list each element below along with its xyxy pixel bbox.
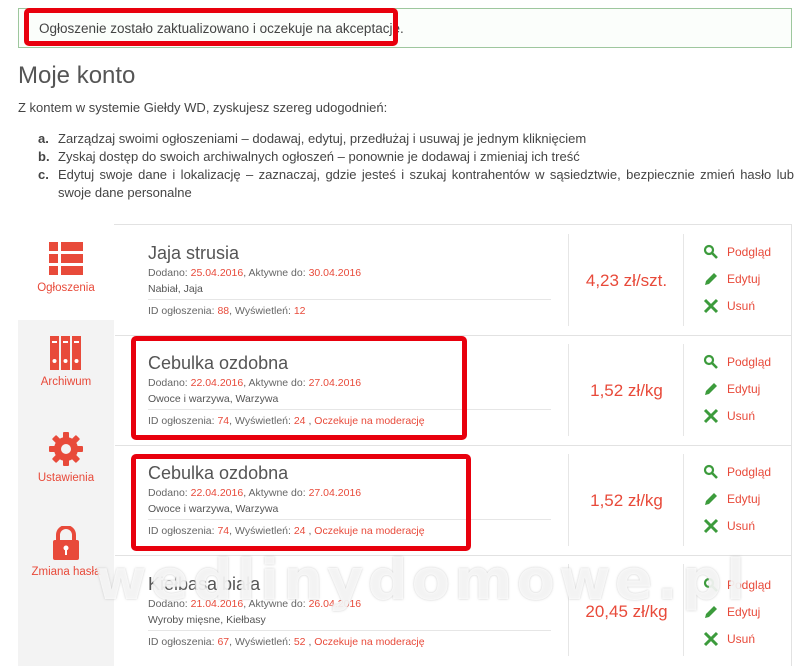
x-icon xyxy=(703,298,719,314)
feature-text: Zarządzaj swoimi ogłoszeniami – dodawaj,… xyxy=(58,131,587,146)
listing-divider xyxy=(148,299,551,300)
x-icon xyxy=(703,518,719,534)
highlight-box-listing xyxy=(131,454,471,551)
lock-icon xyxy=(53,526,79,560)
listing-category: Wyroby mięsne, Kiełbasy xyxy=(148,614,266,626)
delete-label: Usuń xyxy=(727,409,756,423)
preview-label: Podgląd xyxy=(727,245,772,259)
delete-label: Usuń xyxy=(727,632,756,646)
archive-icon xyxy=(50,336,81,370)
feature-letter: c. xyxy=(38,167,49,182)
column-divider xyxy=(568,344,569,436)
x-icon xyxy=(703,408,719,424)
active-until-date: 30.04.2016 xyxy=(308,267,362,279)
preview-label: Podgląd xyxy=(727,465,772,479)
listing-dates: Dodano: 25.04.2016, Aktywne do: 30.04.20… xyxy=(148,267,361,279)
listing-category: Nabiał, Jaja xyxy=(148,283,203,295)
feature-item: c. Edytuj swoje dane i lokalizację – zaz… xyxy=(38,166,794,202)
pencil-icon xyxy=(705,383,717,395)
watermark: wedlinydomowe.pl xyxy=(95,548,750,613)
ad-id-value: 88 xyxy=(217,305,230,317)
sidebar-item-archiwum[interactable]: Archiwum xyxy=(18,336,114,416)
feature-letter: a. xyxy=(38,131,49,146)
edit-label: Edytuj xyxy=(727,492,761,506)
status-text: Oczekuje na moderację xyxy=(314,636,425,648)
listing-meta: ID ogłoszenia: 88, Wyświetleń: 12 xyxy=(148,305,306,317)
listing-meta: ID ogłoszenia: 67, Wyświetleń: 52 , Ocze… xyxy=(148,636,425,648)
preview-label: Podgląd xyxy=(727,355,772,369)
sidebar-item-ogloszenia[interactable]: Ogłoszenia xyxy=(18,224,114,320)
magnifier-icon xyxy=(703,354,718,369)
separator: , xyxy=(243,267,247,279)
separator: , xyxy=(229,305,233,317)
listing-divider xyxy=(148,630,551,631)
views-label: Wyświetleń: xyxy=(235,636,291,648)
magnifier-icon xyxy=(703,464,718,479)
column-divider xyxy=(683,454,684,546)
edit-label: Edytuj xyxy=(727,382,761,396)
sidebar-item-label: Archiwum xyxy=(40,376,92,388)
column-divider xyxy=(568,454,569,546)
page-title: Moje konto xyxy=(18,62,136,89)
views-label: Wyświetleń: xyxy=(235,305,291,317)
column-divider xyxy=(683,234,684,326)
feature-letter: b. xyxy=(38,149,50,164)
highlight-box-listing xyxy=(131,336,467,440)
listing-price: 1,52 zł/kg xyxy=(590,491,663,510)
x-icon xyxy=(703,631,719,647)
intro-text: Z kontem w systemie Giełdy WD, zyskujesz… xyxy=(18,100,388,115)
sidebar-item-ustawienia[interactable]: Ustawienia xyxy=(18,432,114,512)
column-divider xyxy=(683,344,684,436)
pencil-icon xyxy=(705,493,717,505)
views-value: 12 xyxy=(293,305,306,317)
gear-icon xyxy=(49,432,83,466)
listing-price: 4,23 zł/szt. xyxy=(585,271,668,290)
ad-id-label: ID ogłoszenia: xyxy=(148,305,215,317)
ad-id-label: ID ogłoszenia: xyxy=(148,636,215,648)
feature-item: b. Zyskaj dostęp do swoich archiwalnych … xyxy=(38,148,794,166)
listing-title[interactable]: Jaja strusia xyxy=(148,243,239,264)
list-icon xyxy=(49,242,83,275)
sidebar-item-label: Ogłoszenia xyxy=(37,282,95,294)
edit-label: Edytuj xyxy=(727,272,761,286)
magnifier-icon xyxy=(703,244,718,259)
feature-text: Zyskaj dostęp do swoich archiwalnych ogł… xyxy=(58,149,580,164)
ad-id-value: 67 xyxy=(217,636,230,648)
pencil-icon xyxy=(705,273,717,285)
views-value: 52 xyxy=(293,636,306,648)
listing-price: 1,52 zł/kg xyxy=(590,381,663,400)
added-date: 25.04.2016 xyxy=(190,267,244,279)
listing-row: Jaja strusia Dodano: 25.04.2016, Aktywne… xyxy=(115,226,791,336)
active-until-label: Aktywne do: xyxy=(248,267,306,279)
column-divider xyxy=(568,234,569,326)
highlight-box-alert xyxy=(24,8,398,46)
added-label: Dodano: xyxy=(148,267,188,279)
delete-label: Usuń xyxy=(727,519,756,533)
feature-item: a. Zarządzaj swoimi ogłoszeniami – dodaw… xyxy=(38,130,794,148)
separator: , xyxy=(229,636,233,648)
delete-label: Usuń xyxy=(727,299,756,313)
separator: , xyxy=(308,636,312,648)
sidebar-item-label: Ustawienia xyxy=(37,472,95,484)
feature-text: Edytuj swoje dane i lokalizację – zaznac… xyxy=(58,167,794,200)
